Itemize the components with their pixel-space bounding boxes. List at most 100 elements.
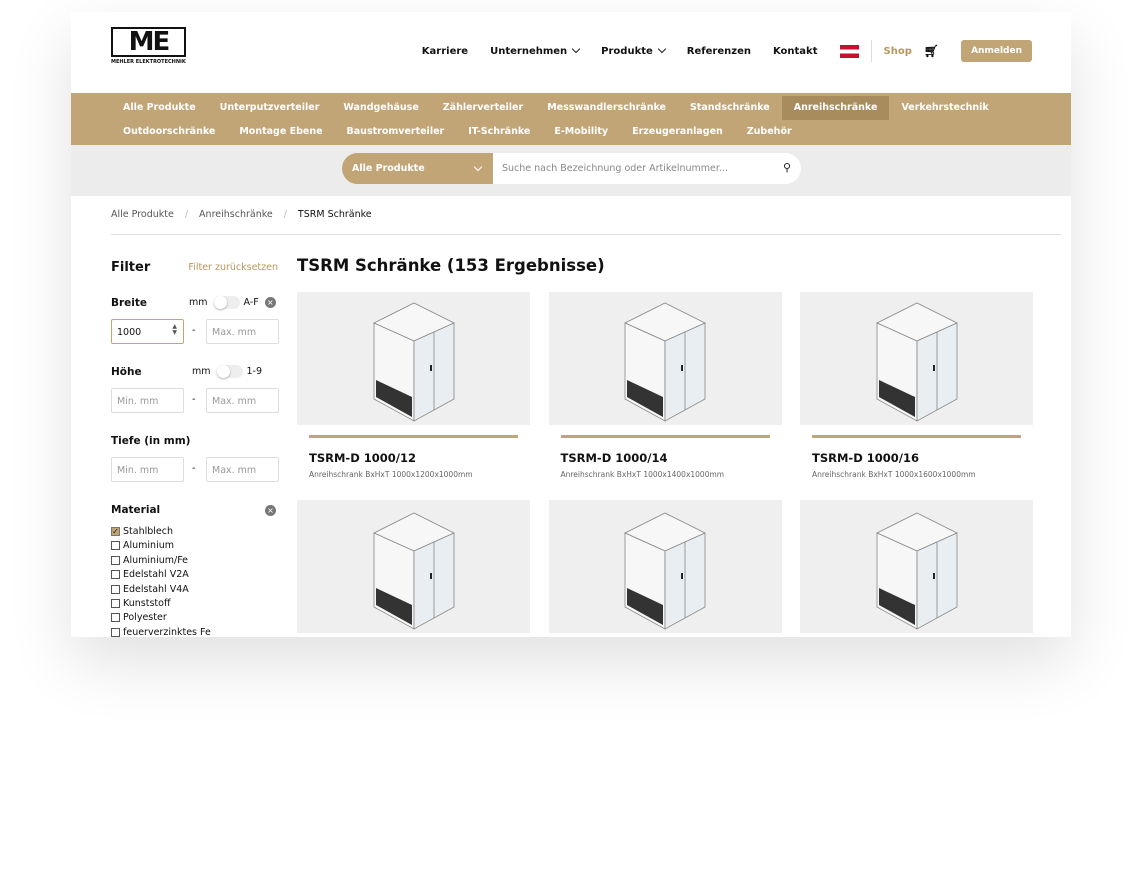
product-image[interactable] [297, 500, 530, 633]
shop-link[interactable]: Shop [884, 46, 912, 57]
checkbox-label: Stahlblech [123, 526, 173, 537]
nav-karriere[interactable]: Karriere [422, 46, 468, 57]
material-checkbox[interactable]: Edelstahl V4A [111, 584, 189, 595]
material-checkbox[interactable]: Aluminium [111, 540, 174, 551]
checkbox[interactable] [111, 627, 120, 637]
hoehe-min-input[interactable]: Min. mm [111, 388, 184, 413]
checkbox-label: Polyester [123, 612, 167, 624]
product-name[interactable]: TSRM-D 1000/12 [309, 451, 530, 465]
toggle-label: A-F [243, 297, 259, 308]
product-card[interactable] [548, 500, 782, 633]
category-item[interactable]: IT-Schränke [456, 120, 542, 144]
checkbox[interactable] [111, 613, 120, 623]
login-button[interactable]: Anmelden [961, 40, 1032, 62]
hoehe-unit-toggle[interactable]: mm 1-9 [192, 365, 262, 378]
tiefe-min-input[interactable]: Min. mm [111, 457, 184, 482]
product-image[interactable] [548, 292, 782, 425]
divider [812, 435, 1021, 438]
category-select[interactable]: Alle Produkte [342, 153, 493, 184]
tiefe-label: Tiefe (in mm) [111, 435, 191, 447]
category-item[interactable]: Outdoorschränke [111, 120, 227, 144]
nav-unternehmen[interactable]: Unternehmen [490, 44, 581, 57]
nav-produkte[interactable]: Produkte [601, 44, 667, 57]
product-image[interactable] [297, 292, 530, 425]
category-item[interactable]: Zubehör [735, 120, 804, 144]
logo[interactable]: ME MEHLER ELEKTROTECHNIK [111, 27, 186, 65]
breite-unit-toggle[interactable]: mm A-F × [189, 296, 276, 309]
checkbox[interactable] [111, 541, 120, 551]
breite-label: Breite [111, 297, 148, 309]
hoehe-label: Höhe [111, 366, 142, 378]
checkbox-label: Aluminium [123, 540, 174, 552]
checkbox-label: feuerverzinktes Fe [123, 626, 211, 637]
cabinet-image [875, 302, 958, 422]
product-image[interactable] [548, 500, 782, 633]
checkbox-label: Edelstahl V4A [123, 583, 189, 595]
material-checkbox[interactable]: feuerverzinktes Fe [111, 627, 211, 637]
product-image[interactable] [800, 500, 1033, 633]
category-item[interactable]: Standschränke [678, 96, 782, 120]
hoehe-max-input[interactable]: Max. mm [206, 388, 279, 413]
material-checkbox[interactable]: ✓ Stahlblech [111, 526, 173, 537]
toggle-switch[interactable] [216, 365, 243, 378]
product-card[interactable] [800, 500, 1033, 633]
category-item[interactable]: Unterputzverteiler [208, 96, 332, 120]
material-label: Material [111, 504, 161, 516]
material-checkbox[interactable]: Polyester [111, 612, 167, 623]
divider [560, 435, 770, 438]
cart-icon[interactable]: 🛒︎ [924, 44, 939, 58]
tiefe-max-input[interactable]: Max. mm [206, 457, 279, 482]
search-icon[interactable]: ⚲ [783, 161, 791, 174]
checkbox[interactable] [111, 599, 120, 608]
cabinet-image [372, 302, 455, 422]
results-title: TSRM Schränke (153 Ergebnisse) [297, 256, 605, 275]
material-checkbox[interactable]: Kunststoff [111, 598, 171, 609]
nav-kontakt[interactable]: Kontakt [773, 46, 818, 57]
breadcrumb-current: TSRM Schränke [297, 209, 372, 220]
material-checkbox[interactable]: Aluminium/Fe [111, 555, 188, 566]
clear-icon[interactable]: × [264, 297, 276, 308]
divider [870, 40, 872, 62]
category-item[interactable]: Alle Produkte [111, 96, 208, 120]
product-description: Anreihschrank BxHxT 1000x1400x1000mm [560, 470, 725, 479]
filter-reset-link[interactable]: Filter zurücksetzen [188, 262, 278, 273]
austria-flag-icon[interactable] [839, 44, 859, 58]
category-item-active[interactable]: Anreihschränke [781, 96, 890, 120]
clear-icon[interactable]: × [265, 505, 276, 516]
range-dash: - [192, 394, 196, 405]
stepper-icon[interactable]: ▲ ▼ [172, 324, 177, 336]
page: ME MEHLER ELEKTROTECHNIK Karriere Unterne… [71, 12, 1071, 637]
breadcrumb-link[interactable]: Anreihschränke [199, 209, 273, 220]
logo-sub: MEHLER ELEKTROTECHNIK [111, 59, 186, 65]
checkbox[interactable] [111, 584, 120, 594]
search-input[interactable]: Suche nach Bezeichnung oder Artikelnumme… [493, 153, 801, 184]
product-name[interactable]: TSRM-D 1000/16 [812, 451, 1033, 465]
product-card[interactable] [297, 500, 530, 633]
chevron-down-icon [657, 44, 667, 53]
product-card[interactable]: TSRM-D 1000/16 Anreihschrank BxHxT 1000x1… [800, 292, 1033, 479]
product-image[interactable] [800, 292, 1033, 425]
search-placeholder: Suche nach Bezeichnung oder Artikelnumme… [502, 163, 728, 174]
breite-min-input[interactable]: 1000 ▲ ▼ [111, 319, 184, 344]
category-item[interactable]: Montage Ebene [227, 120, 334, 144]
breadcrumb-link[interactable]: Alle Produkte [111, 209, 174, 220]
checkbox[interactable]: ✓ [111, 527, 120, 536]
category-item[interactable]: Messwandlerschränke [535, 96, 678, 120]
category-item[interactable]: E-Mobility [542, 120, 620, 144]
nav-referenzen[interactable]: Referenzen [687, 46, 751, 57]
checkbox-label: Aluminium/Fe [123, 554, 188, 566]
checkbox[interactable] [111, 570, 120, 580]
category-item[interactable]: Erzeugeranlagen [620, 120, 735, 144]
category-item[interactable]: Baustromverteiler [335, 120, 457, 144]
checkbox[interactable] [111, 555, 120, 565]
category-item[interactable]: Zählerverteiler [431, 96, 535, 120]
breite-max-input[interactable]: Max. mm [206, 319, 279, 344]
category-item[interactable]: Verkehrstechnik [889, 96, 1000, 120]
product-name[interactable]: TSRM-D 1000/14 [561, 451, 782, 465]
material-checkbox[interactable]: Edelstahl V2A [111, 569, 189, 580]
toggle-switch[interactable] [213, 296, 240, 309]
product-card[interactable]: TSRM-D 1000/14 Anreihschrank BxHxT 1000x1… [548, 292, 782, 479]
category-item[interactable]: Wandgehäuse [331, 96, 430, 120]
nav-label: Produkte [601, 45, 653, 57]
product-card[interactable]: TSRM-D 1000/12 Anreihschrank BxHxT 1000x1… [297, 292, 530, 479]
